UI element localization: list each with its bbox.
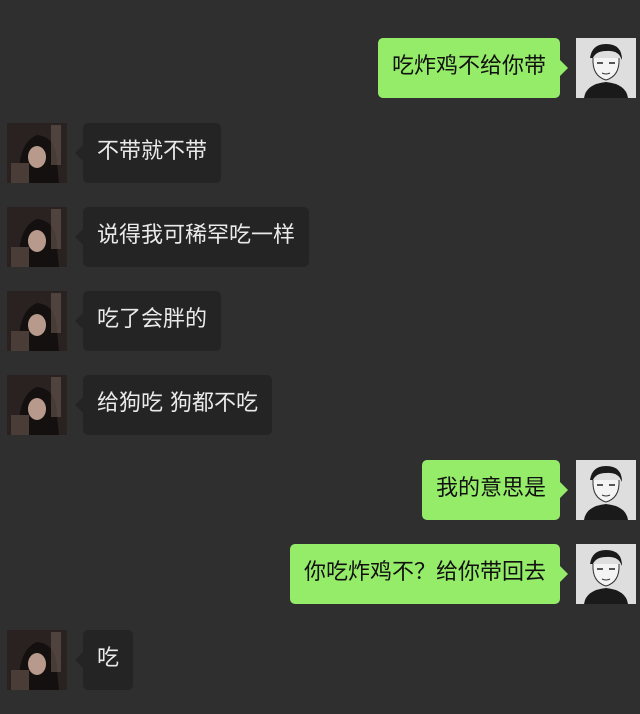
- chat-area: 吃炸鸡不给你带 不带就不带 说得我可稀罕吃一样 吃了会胖的 给狗吃 狗都不吃 我…: [0, 0, 640, 714]
- message-row-sent: 你吃炸鸡不？给你带回去: [289, 544, 640, 604]
- bubble-tail: [75, 145, 83, 161]
- message-row-received: 吃了会胖的: [0, 291, 222, 351]
- female-photo-avatar-icon: [7, 123, 67, 183]
- message-row-received: 吃: [0, 630, 134, 690]
- message-row-received: 不带就不带: [0, 123, 222, 183]
- male-sketch-avatar-icon: [576, 38, 636, 98]
- sender-avatar[interactable]: [576, 460, 636, 520]
- bubble-tail: [75, 397, 83, 413]
- received-message-bubble[interactable]: 不带就不带: [75, 123, 222, 183]
- bubble-tail: [560, 566, 568, 582]
- message-row-sent: 我的意思是: [421, 460, 640, 520]
- message-text: 吃炸鸡不给你带: [391, 54, 546, 79]
- message-row-received: 说得我可稀罕吃一样: [0, 207, 310, 267]
- message-row-received: 给狗吃 狗都不吃: [0, 375, 272, 435]
- male-sketch-avatar-icon: [576, 544, 636, 604]
- message-text: 我的意思是: [435, 476, 546, 501]
- receiver-avatar[interactable]: [7, 207, 67, 267]
- message-text: 给狗吃 狗都不吃: [97, 391, 258, 416]
- receiver-avatar[interactable]: [7, 630, 67, 690]
- bubble-tail: [75, 229, 83, 245]
- receiver-avatar[interactable]: [7, 291, 67, 351]
- bubble-tail: [560, 482, 568, 498]
- received-message-bubble[interactable]: 说得我可稀罕吃一样: [75, 207, 310, 267]
- sender-avatar[interactable]: [576, 544, 636, 604]
- female-photo-avatar-icon: [7, 207, 67, 267]
- message-text: 不带就不带: [97, 139, 208, 164]
- message-text: 吃了会胖的: [97, 307, 208, 332]
- sent-message-bubble[interactable]: 你吃炸鸡不？给你带回去: [289, 544, 568, 604]
- receiver-avatar[interactable]: [7, 375, 67, 435]
- receiver-avatar[interactable]: [7, 123, 67, 183]
- message-text: 说得我可稀罕吃一样: [97, 223, 296, 248]
- bubble-tail: [75, 652, 83, 668]
- message-text: 你吃炸鸡不？给你带回去: [303, 560, 546, 585]
- message-text: 吃: [97, 646, 120, 671]
- sent-message-bubble[interactable]: 我的意思是: [421, 460, 568, 520]
- received-message-bubble[interactable]: 吃了会胖的: [75, 291, 222, 351]
- bubble-tail: [75, 313, 83, 329]
- male-sketch-avatar-icon: [576, 460, 636, 520]
- bubble-tail: [560, 60, 568, 76]
- sender-avatar[interactable]: [576, 38, 636, 98]
- received-message-bubble[interactable]: 给狗吃 狗都不吃: [75, 375, 272, 435]
- female-photo-avatar-icon: [7, 291, 67, 351]
- received-message-bubble[interactable]: 吃: [75, 630, 134, 690]
- female-photo-avatar-icon: [7, 630, 67, 690]
- message-row-sent: 吃炸鸡不给你带: [377, 38, 640, 98]
- female-photo-avatar-icon: [7, 375, 67, 435]
- sent-message-bubble[interactable]: 吃炸鸡不给你带: [377, 38, 568, 98]
